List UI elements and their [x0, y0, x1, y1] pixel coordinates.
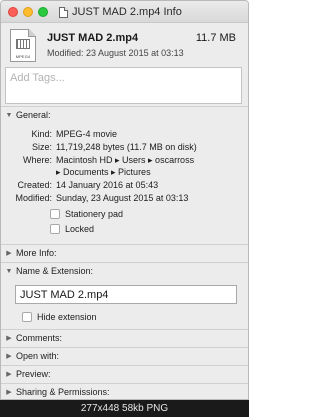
section-name-extension[interactable]: ▼ Name & Extension: — [1, 262, 248, 279]
section-open-with-label: Open with: — [16, 351, 60, 361]
where-row: Where: Macintosh HD ▸ Users ▸ oscarross — [1, 155, 248, 167]
section-sharing-permissions-label: Sharing & Permissions: — [16, 387, 110, 397]
locked-label: Locked — [65, 223, 95, 234]
window-title: JUST MAD 2.mp4 Info — [72, 6, 182, 18]
created-label: Created: — [17, 180, 52, 190]
file-icon-ext-label: MPEG4 — [15, 54, 31, 59]
section-name-extension-label: Name & Extension: — [16, 266, 94, 276]
disclosure-closed-icon[interactable]: ▶ — [2, 249, 16, 257]
disclosure-closed-icon[interactable]: ▶ — [2, 388, 16, 396]
where-value-continued: ▸ Documents ▸ Pictures — [56, 167, 151, 177]
section-preview[interactable]: ▶ Preview: — [1, 365, 248, 382]
section-more-info[interactable]: ▶ More Info: — [1, 244, 248, 261]
where-label: Where: — [22, 155, 52, 165]
stationery-pad-label: Stationery pad — [65, 208, 124, 219]
title-bar: JUST MAD 2.mp4 Info — [1, 1, 248, 23]
disclosure-closed-icon[interactable]: ▶ — [2, 334, 16, 342]
created-value: 14 January 2016 at 05:43 — [56, 180, 159, 190]
minimize-button[interactable] — [23, 7, 33, 17]
section-general[interactable]: ▼ General: — [1, 106, 248, 123]
image-caption-bar: 277x448 58kb PNG — [0, 400, 249, 417]
size-value: 11,719,248 bytes (11.7 MB on disk) — [56, 142, 197, 152]
stationery-pad-row[interactable]: Stationery pad — [50, 207, 123, 220]
section-comments-label: Comments: — [16, 333, 63, 343]
tags-placeholder: Add Tags... — [10, 72, 65, 84]
section-comments[interactable]: ▶ Comments: — [1, 329, 248, 346]
section-open-with[interactable]: ▶ Open with: — [1, 347, 248, 364]
disclosure-open-icon[interactable]: ▼ — [2, 268, 16, 275]
modified-summary: Modified: 23 August 2015 at 03:13 — [47, 48, 184, 58]
section-general-label: General: — [16, 110, 51, 120]
created-row: Created: 14 January 2016 at 05:43 — [1, 180, 248, 192]
where-row-continued: ▸ Documents ▸ Pictures — [1, 167, 248, 179]
where-value: Macintosh HD ▸ Users ▸ oscarross — [56, 155, 195, 165]
movie-file-icon: MPEG4 — [10, 29, 36, 62]
locked-row[interactable]: Locked — [50, 222, 94, 235]
tags-field[interactable]: Add Tags... — [5, 67, 242, 104]
document-icon — [59, 6, 68, 18]
window-title-group: JUST MAD 2.mp4 Info — [59, 5, 182, 19]
stationery-pad-checkbox[interactable] — [50, 208, 60, 219]
hide-extension-checkbox[interactable] — [22, 311, 32, 322]
size-row: Size: 11,719,248 bytes (11.7 MB on disk) — [1, 142, 248, 154]
info-window: JUST MAD 2.mp4 Info MPEG4 JUST MAD 2.mp4… — [0, 0, 249, 400]
section-more-info-label: More Info: — [16, 248, 57, 258]
close-button[interactable] — [8, 7, 18, 17]
file-size: 11.7 MB — [195, 32, 236, 44]
disclosure-open-icon[interactable]: ▼ — [2, 112, 16, 119]
file-name: JUST MAD 2.mp4 — [47, 32, 139, 44]
disclosure-closed-icon[interactable]: ▶ — [2, 352, 16, 360]
modified-row: Modified: Sunday, 23 August 2015 at 03:1… — [1, 193, 248, 205]
kind-value: MPEG-4 movie — [56, 129, 118, 139]
kind-row: Kind: MPEG-4 movie — [1, 129, 248, 141]
kind-label: Kind: — [31, 129, 52, 139]
section-sharing-permissions[interactable]: ▶ Sharing & Permissions: — [1, 383, 248, 399]
name-extension-input[interactable] — [15, 285, 237, 304]
modified-label: Modified: — [15, 193, 52, 203]
file-header: MPEG4 JUST MAD 2.mp4 11.7 MB Modified: 2… — [1, 23, 248, 67]
section-preview-label: Preview: — [16, 369, 51, 379]
hide-extension-label: Hide extension — [37, 311, 97, 322]
hide-extension-row[interactable]: Hide extension — [22, 310, 97, 323]
size-label: Size: — [31, 142, 52, 152]
modified-value: Sunday, 23 August 2015 at 03:13 — [56, 193, 189, 203]
disclosure-closed-icon[interactable]: ▶ — [2, 370, 16, 378]
locked-checkbox[interactable] — [50, 223, 60, 234]
zoom-button[interactable] — [38, 7, 48, 17]
film-strip-icon — [16, 39, 30, 49]
